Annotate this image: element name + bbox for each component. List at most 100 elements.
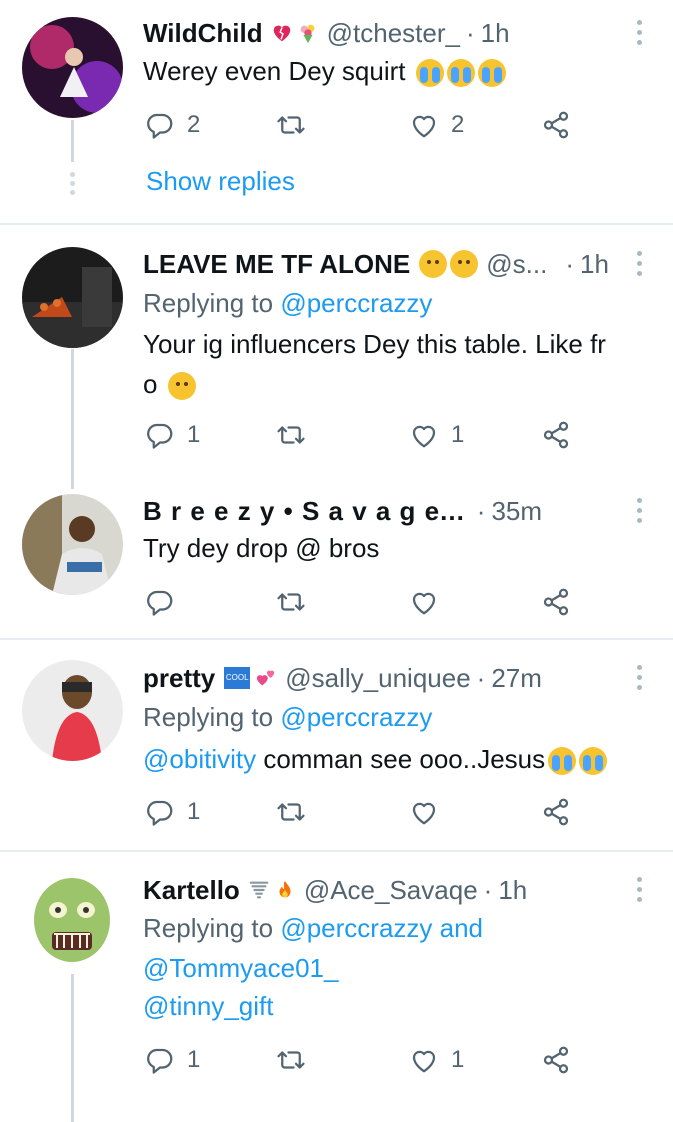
- display-name[interactable]: B r e e z y • S a v a g e...: [143, 496, 465, 527]
- like-count: 2: [451, 111, 465, 138]
- retweet-button[interactable]: [276, 584, 306, 620]
- tweet-card[interactable]: B r e e z y • S a v a g e... · 35m Try d…: [0, 483, 673, 638]
- share-icon: [541, 797, 571, 827]
- reply-button[interactable]: 1: [145, 417, 200, 453]
- like-count: 1: [451, 1046, 465, 1073]
- avatar[interactable]: [22, 17, 123, 118]
- share-button[interactable]: [541, 794, 571, 830]
- reply-button[interactable]: 1: [145, 1042, 200, 1078]
- retweet-button[interactable]: [276, 794, 306, 830]
- like-icon: [409, 797, 439, 827]
- timestamp[interactable]: 1h: [481, 18, 510, 49]
- more-icon[interactable]: [635, 251, 643, 277]
- display-name[interactable]: LEAVE ME TF ALONE: [143, 249, 410, 280]
- timestamp[interactable]: 27m: [491, 663, 542, 694]
- separator: ·: [476, 495, 486, 526]
- like-button[interactable]: 1: [409, 417, 464, 453]
- retweet-icon: [276, 110, 306, 140]
- replying-to: Replying to @perccrazzy and @Tommyace01_: [143, 908, 647, 988]
- handle[interactable]: @s...: [486, 249, 547, 280]
- tweet-card[interactable]: Kartello @Ace_Savaqe · 1h Replying to @p…: [0, 852, 673, 1122]
- more-icon[interactable]: [635, 877, 643, 903]
- mention-link[interactable]: @perccrazzy: [280, 702, 432, 732]
- handle[interactable]: @sally_uniquee: [285, 663, 470, 694]
- broken-heart-emoji: [273, 25, 290, 42]
- like-button[interactable]: 1: [409, 1042, 464, 1078]
- avatar[interactable]: [22, 494, 123, 595]
- reply-button[interactable]: [145, 584, 175, 620]
- tweet-text-content: o: [143, 369, 158, 399]
- separator: ·: [483, 874, 493, 905]
- share-button[interactable]: [541, 584, 571, 620]
- reply-button[interactable]: 1: [145, 794, 200, 830]
- display-name[interactable]: WildChild: [143, 18, 263, 49]
- tweet-text: @tinny_gift: [143, 986, 647, 1026]
- share-icon: [541, 420, 571, 450]
- replying-to: Replying to @perccrazzy: [143, 283, 647, 323]
- display-name[interactable]: pretty: [143, 663, 215, 694]
- timestamp[interactable]: 35m: [491, 496, 542, 527]
- tweet-text-line: Your ig influencers Dey this table. Like…: [143, 329, 606, 359]
- display-name[interactable]: Kartello: [143, 875, 240, 906]
- like-button[interactable]: [409, 584, 439, 620]
- timestamp[interactable]: 1h: [580, 249, 609, 280]
- tweet-text-content: Werey even Dey squirt: [143, 56, 406, 86]
- tweet-text-line: o: [143, 364, 647, 404]
- like-icon: [409, 110, 439, 140]
- like-count: 1: [451, 421, 465, 448]
- cool-badge-emoji: COOL: [224, 667, 251, 689]
- mention-link[interactable]: @obitivity: [143, 744, 256, 774]
- more-icon[interactable]: [635, 498, 643, 524]
- mention-link[interactable]: @perccrazzy: [280, 913, 432, 943]
- like-button[interactable]: [409, 794, 439, 830]
- avatar[interactable]: [22, 872, 123, 973]
- separator: ·: [565, 248, 574, 279]
- separator: ·: [465, 17, 475, 48]
- retweet-button[interactable]: [276, 107, 306, 143]
- share-button[interactable]: [541, 417, 571, 453]
- more-icon[interactable]: [635, 665, 643, 691]
- like-icon: [409, 420, 439, 450]
- tweet-card[interactable]: LEAVE ME TF ALONE @s... · 1h Replying to…: [0, 225, 673, 489]
- tweet-card[interactable]: pretty COOL @sally_uniquee · 27m Replyin…: [0, 640, 673, 850]
- like-icon: [409, 1045, 439, 1075]
- tweet-text: Try dey drop @ bros: [143, 528, 647, 568]
- replying-to-and: and: [432, 913, 484, 943]
- share-button[interactable]: [541, 107, 571, 143]
- replying-to-label: Replying to: [143, 288, 274, 318]
- reply-count: 1: [187, 421, 201, 448]
- replying-to-label: Replying to: [143, 913, 274, 943]
- share-icon: [541, 110, 571, 140]
- mention-link[interactable]: @tinny_gift: [143, 991, 273, 1021]
- fire-emoji: [279, 880, 291, 898]
- bouquet-emoji: [300, 24, 315, 44]
- share-icon: [541, 1045, 571, 1075]
- show-replies-link[interactable]: Show replies: [146, 166, 295, 197]
- action-bar: [143, 584, 593, 620]
- retweet-icon: [276, 587, 306, 617]
- handle[interactable]: @Ace_Savaqe: [304, 875, 478, 906]
- mention-link[interactable]: @Tommyace01_: [143, 953, 338, 983]
- more-icon[interactable]: [635, 20, 643, 46]
- two-hearts-emoji: [257, 670, 275, 686]
- reply-button[interactable]: 2: [145, 107, 200, 143]
- avatar[interactable]: [22, 247, 123, 348]
- expressionless-emoji: [450, 250, 479, 278]
- reply-icon: [145, 797, 175, 827]
- tweet-header: LEAVE ME TF ALONE @s... · 1h: [143, 246, 629, 282]
- share-button[interactable]: [541, 1042, 571, 1078]
- tweet-header: pretty COOL @sally_uniquee · 27m: [143, 660, 629, 696]
- like-button[interactable]: 2: [409, 107, 464, 143]
- mention-link[interactable]: @perccrazzy: [280, 288, 432, 318]
- unamused-emoji: [419, 250, 448, 278]
- avatar[interactable]: [22, 660, 123, 761]
- separator: ·: [476, 662, 486, 693]
- retweet-button[interactable]: [276, 1042, 306, 1078]
- no-mouth-emoji: [167, 372, 196, 401]
- retweet-button[interactable]: [276, 417, 306, 453]
- handle[interactable]: @tchester_: [327, 18, 460, 49]
- timestamp[interactable]: 1h: [498, 875, 527, 906]
- tweet-header: WildChild @tchester_ · 1h: [143, 15, 629, 51]
- action-bar: 1 1: [143, 1042, 593, 1078]
- tweet-card[interactable]: WildChild @tchester_ · 1h Werey even Dey…: [0, 0, 673, 224]
